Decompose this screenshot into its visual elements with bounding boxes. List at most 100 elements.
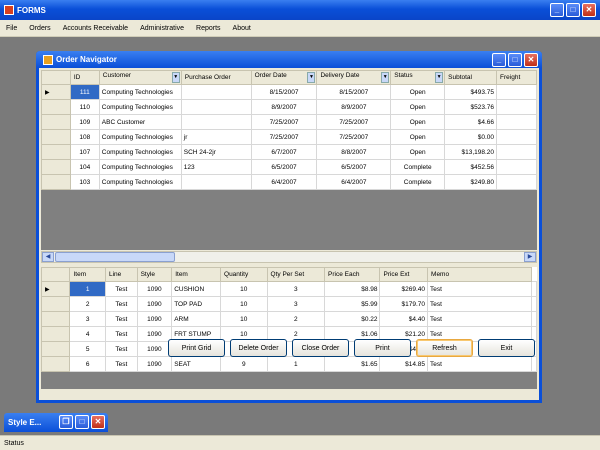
col-header-line[interactable]: Line: [104, 267, 138, 282]
chevron-down-icon[interactable]: ▼: [307, 72, 316, 83]
table-cell[interactable]: Test: [104, 356, 138, 372]
table-cell[interactable]: Computing Technologies: [98, 129, 182, 145]
table-cell[interactable]: $8.98: [324, 281, 381, 297]
table-cell[interactable]: [531, 356, 537, 372]
table-cell[interactable]: Test: [104, 311, 138, 327]
table-cell[interactable]: $179.70: [379, 296, 429, 312]
menu-reports[interactable]: Reports: [190, 25, 227, 32]
table-row[interactable]: 104 Computing Technologies 123 6/5/2007 6/5/…: [41, 159, 537, 175]
col-header-item-no[interactable]: Item: [69, 267, 106, 282]
chevron-down-icon[interactable]: ▼: [171, 72, 180, 83]
table-cell[interactable]: 6/4/2007: [316, 174, 392, 190]
menu-file[interactable]: File: [0, 25, 23, 32]
col-header-delivery-date[interactable]: Delivery Date ▼: [316, 70, 392, 85]
table-cell[interactable]: Complete: [390, 159, 446, 175]
menu-administrative[interactable]: Administrative: [134, 25, 190, 32]
table-row[interactable]: 109 ABC Customer 7/25/2007 7/25/2007 Open $4.…: [41, 114, 537, 130]
chevron-down-icon[interactable]: ▼: [435, 72, 444, 83]
table-cell[interactable]: $249.80: [444, 174, 498, 190]
table-cell[interactable]: [496, 114, 537, 130]
row-header[interactable]: ▶: [41, 84, 71, 100]
table-cell[interactable]: [496, 144, 537, 160]
table-cell[interactable]: [180, 174, 252, 190]
table-row[interactable]: 107 Computing Technologies SCH 24-2jr 6/7/2…: [41, 144, 537, 160]
table-cell[interactable]: 6: [69, 356, 106, 372]
table-cell[interactable]: Computing Technologies: [98, 84, 182, 100]
table-cell[interactable]: Test: [427, 281, 532, 297]
table-cell[interactable]: 8/8/2007: [316, 144, 392, 160]
table-cell[interactable]: 3: [266, 281, 326, 297]
scroll-left-icon[interactable]: ◀: [42, 252, 54, 262]
table-cell[interactable]: Test: [427, 311, 532, 327]
table-cell[interactable]: $14.85: [379, 356, 429, 372]
col-header-style[interactable]: Style: [136, 267, 173, 282]
table-cell[interactable]: Open: [390, 84, 446, 100]
table-cell[interactable]: 108: [69, 129, 100, 145]
table-cell[interactable]: $452.56: [444, 159, 498, 175]
child-minimize-button[interactable]: _: [492, 53, 506, 67]
scroll-right-icon[interactable]: ▶: [524, 252, 536, 262]
col-header-item[interactable]: Item: [171, 267, 222, 282]
table-cell[interactable]: 6/5/2007: [316, 159, 392, 175]
table-cell[interactable]: 8/15/2007: [316, 84, 392, 100]
table-cell[interactable]: Computing Technologies: [98, 174, 182, 190]
table-cell[interactable]: Computing Technologies: [98, 99, 182, 115]
table-cell[interactable]: ARM: [171, 311, 222, 327]
order-lines-grid[interactable]: Item Line Style Item Quantity Qty Per Se…: [41, 267, 537, 389]
col-header-qty-per-set[interactable]: Qty Per Set: [266, 267, 326, 282]
table-cell[interactable]: $493.75: [444, 84, 498, 100]
maximize-button[interactable]: □: [566, 3, 580, 17]
table-cell[interactable]: 9: [220, 356, 268, 372]
table-cell[interactable]: [180, 99, 252, 115]
col-header-subtotal[interactable]: Subtotal: [444, 70, 498, 85]
table-cell[interactable]: [496, 84, 537, 100]
table-cell[interactable]: 3: [69, 311, 106, 327]
table-cell[interactable]: 1090: [136, 296, 173, 312]
table-cell[interactable]: Test: [104, 326, 138, 342]
table-cell[interactable]: 10: [220, 281, 268, 297]
col-header-order-date[interactable]: Order Date ▼: [250, 70, 318, 85]
table-cell[interactable]: Open: [390, 114, 446, 130]
col-header-customer[interactable]: Customer ▼: [98, 70, 182, 85]
menu-about[interactable]: About: [227, 25, 257, 32]
table-cell[interactable]: $4.40: [379, 311, 429, 327]
table-cell[interactable]: 1: [69, 281, 106, 297]
row-header[interactable]: [41, 356, 71, 372]
table-cell[interactable]: 123: [180, 159, 252, 175]
exit-button[interactable]: Exit: [478, 339, 535, 357]
close-icon[interactable]: ✕: [91, 415, 105, 429]
table-cell[interactable]: [496, 159, 537, 175]
row-header[interactable]: [41, 99, 71, 115]
row-header[interactable]: [41, 129, 71, 145]
table-cell[interactable]: 7/25/2007: [316, 114, 392, 130]
minimize-button[interactable]: _: [550, 3, 564, 17]
table-cell[interactable]: [496, 99, 537, 115]
col-header-freight[interactable]: Freight: [496, 70, 537, 85]
table-cell[interactable]: 1090: [136, 326, 173, 342]
table-cell[interactable]: Computing Technologies: [98, 144, 182, 160]
table-row[interactable]: 110 Computing Technologies 8/9/2007 8/9/200…: [41, 99, 537, 115]
table-cell[interactable]: Computing Technologies: [98, 159, 182, 175]
close-button[interactable]: ✕: [582, 3, 596, 17]
row-header[interactable]: [41, 159, 71, 175]
table-cell[interactable]: [531, 311, 537, 327]
table-cell[interactable]: Open: [390, 144, 446, 160]
table-cell[interactable]: 8/15/2007: [250, 84, 318, 100]
table-cell[interactable]: Complete: [390, 174, 446, 190]
table-cell[interactable]: [180, 84, 252, 100]
table-row[interactable]: ▶ 1 Test 1090 CUSHION 10 3 $8.98 $269.40 Test: [41, 281, 537, 297]
table-cell[interactable]: jr: [180, 129, 252, 145]
table-cell[interactable]: 1090: [136, 311, 173, 327]
table-row[interactable]: 3 Test 1090 ARM 10 2 $0.22 $4.40 Test: [41, 311, 537, 327]
table-cell[interactable]: 7/25/2007: [316, 129, 392, 145]
refresh-button[interactable]: Refresh: [416, 339, 473, 357]
table-cell[interactable]: 2: [69, 296, 106, 312]
table-row[interactable]: 6 Test 1090 SEAT 9 1 $1.65 $14.85 Test: [41, 356, 537, 372]
table-cell[interactable]: Test: [104, 341, 138, 357]
col-header-price-each[interactable]: Price Each: [324, 267, 381, 282]
table-row[interactable]: 108 Computing Technologies jr 7/25/2007 7/25…: [41, 129, 537, 145]
row-header[interactable]: [41, 174, 71, 190]
table-cell[interactable]: 111: [69, 84, 100, 100]
table-cell[interactable]: 110: [69, 99, 100, 115]
table-cell[interactable]: [180, 114, 252, 130]
